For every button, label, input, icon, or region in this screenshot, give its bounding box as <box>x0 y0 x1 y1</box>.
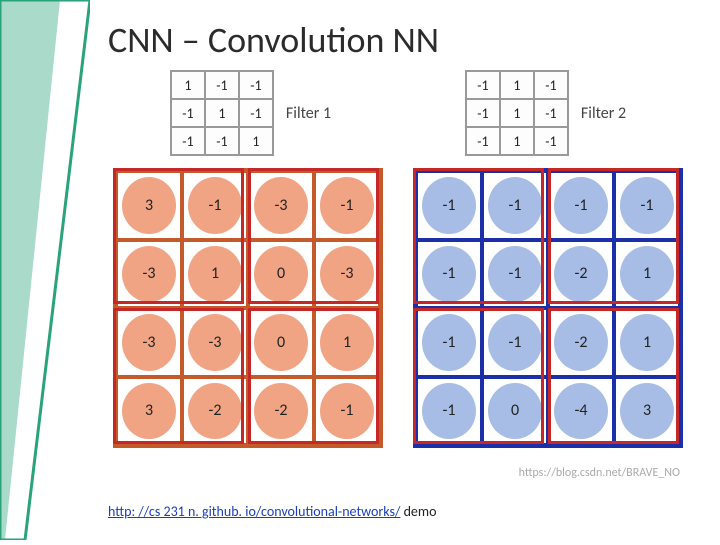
grid-cell: -1 <box>171 99 205 127</box>
grid-cell: -1 <box>205 127 239 155</box>
output-2-grid: -1-1-1-1-1-1-21-1-1-21-10-43 <box>413 168 683 448</box>
grid-cell: 1 <box>205 99 239 127</box>
grid-cell: -1 <box>614 171 680 240</box>
grid-cell: 0 <box>482 377 548 446</box>
diagram-area: 1-1-1-11-1-1-11 Filter 1 -11-1-11-1-11-1… <box>108 70 688 484</box>
grid-cell: 3 <box>116 377 182 446</box>
filter-2-block: -11-1-11-1-11-1 Filter 2 <box>465 70 626 156</box>
grid-cell: -2 <box>548 308 614 377</box>
grid-cell: -1 <box>314 171 380 240</box>
grid-cell: 1 <box>614 308 680 377</box>
grid-cell: -2 <box>182 377 248 446</box>
grid-cell: 0 <box>248 308 314 377</box>
grid-cell: -1 <box>239 71 273 99</box>
footer-link-row: http: //cs 231 n. github. io/convolution… <box>108 503 436 520</box>
grid-cell: -1 <box>416 171 482 240</box>
grid-cell: 1 <box>239 127 273 155</box>
grid-cell: -1 <box>239 99 273 127</box>
slide-accent <box>0 0 90 540</box>
filter-1-block: 1-1-1-11-1-1-11 Filter 1 <box>170 70 331 156</box>
grid-cell: -1 <box>416 308 482 377</box>
grid-cell: -1 <box>534 99 568 127</box>
grid-cell: 1 <box>171 71 205 99</box>
grid-cell: 1 <box>500 99 534 127</box>
grid-cell: -3 <box>116 240 182 309</box>
grid-cell: -1 <box>416 240 482 309</box>
grid-cell: -1 <box>466 127 500 155</box>
grid-cell: -3 <box>314 240 380 309</box>
grid-cell: -2 <box>248 377 314 446</box>
grid-cell: 0 <box>248 240 314 309</box>
grid-cell: -4 <box>548 377 614 446</box>
grid-cell: 1 <box>500 71 534 99</box>
filter-2-label: Filter 2 <box>581 104 626 123</box>
filters-row: 1-1-1-11-1-1-11 Filter 1 -11-1-11-1-11-1… <box>108 70 688 156</box>
grid-cell: 3 <box>116 171 182 240</box>
filter-1-label: Filter 1 <box>286 104 331 123</box>
grid-cell: -1 <box>314 377 380 446</box>
grid-cell: -1 <box>171 127 205 155</box>
grid-cell: 1 <box>182 240 248 309</box>
grid-cell: -3 <box>182 308 248 377</box>
grid-cell: -1 <box>482 171 548 240</box>
grid-cell: -1 <box>534 71 568 99</box>
grid-cell: -1 <box>466 99 500 127</box>
grid-cell: -1 <box>534 127 568 155</box>
grid-cell: -2 <box>548 240 614 309</box>
filter-2-grid: -11-1-11-1-11-1 <box>465 70 569 156</box>
output-1-grid: 3-1-3-1-310-3-3-3013-2-2-1 <box>113 168 383 448</box>
grid-cell: 1 <box>500 127 534 155</box>
grid-cell: -1 <box>416 377 482 446</box>
grid-cell: -1 <box>182 171 248 240</box>
grid-cell: 1 <box>614 240 680 309</box>
grid-cell: -1 <box>205 71 239 99</box>
slide-title: CNN – Convolution NN <box>108 18 439 62</box>
grid-cell: -3 <box>116 308 182 377</box>
output-1-wrap: 3-1-3-1-310-3-3-3013-2-2-1 <box>113 168 383 448</box>
output-2-wrap: -1-1-1-1-1-1-21-1-1-21-10-43 <box>413 168 683 448</box>
grid-cell: -1 <box>548 171 614 240</box>
filter-1-grid: 1-1-1-11-1-1-11 <box>170 70 274 156</box>
demo-link-suffix: demo <box>400 503 436 520</box>
outputs-row: 3-1-3-1-310-3-3-3013-2-2-1 -1-1-1-1-1-1-… <box>108 168 688 448</box>
demo-link[interactable]: http: //cs 231 n. github. io/convolution… <box>108 503 400 520</box>
grid-cell: -3 <box>248 171 314 240</box>
grid-cell: -1 <box>482 240 548 309</box>
grid-cell: 1 <box>314 308 380 377</box>
grid-cell: -1 <box>466 71 500 99</box>
grid-cell: 3 <box>614 377 680 446</box>
grid-cell: -1 <box>482 308 548 377</box>
